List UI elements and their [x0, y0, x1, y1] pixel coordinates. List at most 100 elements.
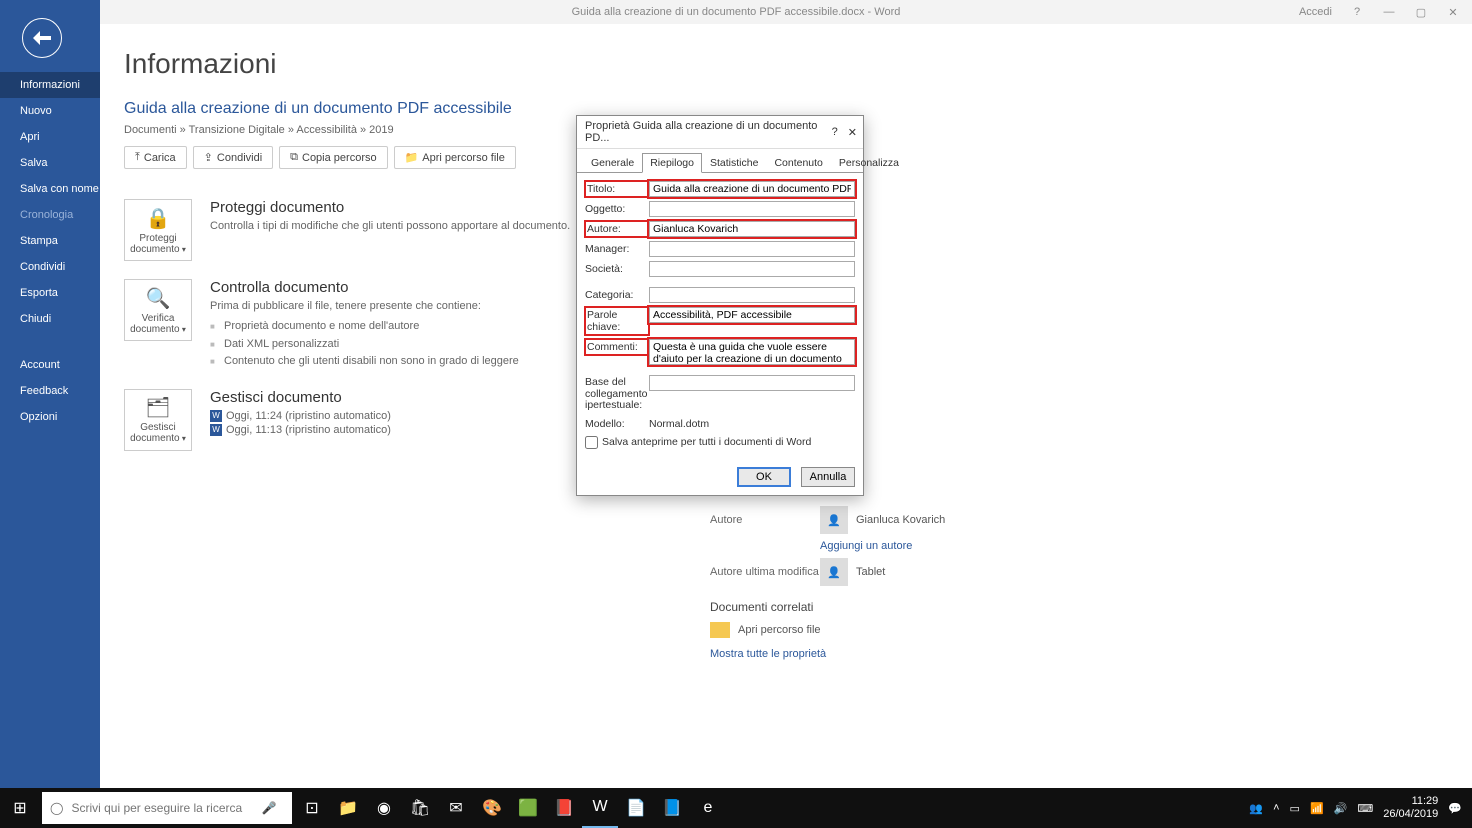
- close-icon[interactable]: ✕: [1446, 6, 1460, 19]
- share-button[interactable]: ⇪Condividi: [193, 146, 273, 169]
- nav-nuovo[interactable]: Nuovo: [0, 98, 100, 124]
- window-title: Guida alla creazione di un documento PDF…: [572, 6, 901, 18]
- open-path-button[interactable]: 📁Apri percorso file: [394, 146, 516, 169]
- ok-button[interactable]: OK: [737, 467, 791, 487]
- tray-chevron-icon[interactable]: ˄: [1273, 802, 1279, 814]
- mail-icon[interactable]: ✉: [438, 788, 474, 828]
- nav-esporta[interactable]: Esporta: [0, 280, 100, 306]
- help-icon[interactable]: ?: [1350, 6, 1364, 18]
- protect-document-button[interactable]: 🔒 Proteggi documento: [124, 199, 192, 261]
- tab-personalizza[interactable]: Personalizza: [831, 153, 907, 173]
- avatar: 👤: [820, 558, 848, 586]
- lastmod-name: Tablet: [856, 566, 885, 578]
- cancel-button[interactable]: Annulla: [801, 467, 855, 487]
- field-manager-input[interactable]: [649, 241, 855, 257]
- task-view-icon[interactable]: ⊡: [294, 788, 330, 828]
- explorer-icon[interactable]: 📁: [330, 788, 366, 828]
- tab-riepilogo[interactable]: Riepilogo: [642, 153, 702, 173]
- version-item[interactable]: WOggi, 11:24 (ripristino automatico): [210, 410, 391, 422]
- field-hyperlink-input[interactable]: [649, 375, 855, 391]
- manage-document-button[interactable]: 🗂 Gestisci documento: [124, 389, 192, 451]
- folder-icon: [710, 622, 730, 638]
- app-icon[interactable]: 📄: [618, 788, 654, 828]
- search-icon: ◯: [50, 801, 63, 815]
- mic-icon[interactable]: 🎤: [254, 801, 284, 815]
- taskbar-clock[interactable]: 11:29 26/04/2019: [1383, 795, 1438, 821]
- inspect-document-button[interactable]: 🔍 Verifica documento: [124, 279, 192, 341]
- minimize-icon[interactable]: —: [1382, 6, 1396, 18]
- search-input[interactable]: [71, 801, 246, 815]
- author-name: Gianluca Kovarich: [856, 514, 945, 526]
- lock-icon: 🔒: [146, 206, 171, 231]
- tab-contenuto[interactable]: Contenuto: [766, 153, 830, 173]
- copy-path-button[interactable]: ⧉Copia percorso: [279, 146, 387, 169]
- tab-statistiche[interactable]: Statistiche: [702, 153, 766, 173]
- field-keywords-label: Parole chiave:: [585, 307, 649, 335]
- save-preview-checkbox[interactable]: [585, 436, 598, 449]
- field-template-value: Normal.dotm: [649, 416, 855, 430]
- backstage-sidebar: Informazioni Nuovo Apri Salva Salva con …: [0, 0, 100, 788]
- signin-link[interactable]: Accedi: [1299, 6, 1332, 18]
- show-all-properties-link[interactable]: Mostra tutte le proprietà: [710, 648, 1050, 660]
- field-author-input[interactable]: [649, 221, 855, 237]
- tab-generale[interactable]: Generale: [583, 153, 642, 173]
- nav-salva[interactable]: Salva: [0, 150, 100, 176]
- tray-wifi-icon[interactable]: 📶: [1310, 802, 1324, 815]
- avatar: 👤: [820, 506, 848, 534]
- acrobat-icon[interactable]: 📕: [546, 788, 582, 828]
- field-subject-input[interactable]: [649, 201, 855, 217]
- nav-salva-con-nome[interactable]: Salva con nome: [0, 176, 100, 202]
- tray-notifications-icon[interactable]: 💬: [1448, 802, 1462, 815]
- author-label: Autore: [710, 514, 820, 526]
- app-icon[interactable]: 📘: [654, 788, 690, 828]
- lastmod-label: Autore ultima modifica: [710, 566, 820, 578]
- nav-opzioni[interactable]: Opzioni: [0, 404, 100, 430]
- field-title-label: Titolo:: [585, 181, 649, 197]
- field-title-input[interactable]: [649, 181, 855, 197]
- tray-people-icon[interactable]: 👥: [1249, 802, 1263, 815]
- nav-stampa[interactable]: Stampa: [0, 228, 100, 254]
- word-icon: W: [210, 410, 222, 422]
- nav-feedback[interactable]: Feedback: [0, 378, 100, 404]
- inspect-bullet: Proprietà documento e nome dell'autore: [210, 318, 519, 336]
- nav-cronologia: Cronologia: [0, 202, 100, 228]
- dialog-help-icon[interactable]: ?: [832, 126, 838, 138]
- upload-button[interactable]: ⤒Carica: [124, 146, 187, 169]
- link-icon: ⧉: [290, 151, 298, 164]
- add-author-link[interactable]: Aggiungi un autore: [820, 540, 912, 552]
- share-icon: ⇪: [204, 151, 213, 164]
- dialog-close-icon[interactable]: ✕: [848, 126, 857, 139]
- app-icon[interactable]: 🎨: [474, 788, 510, 828]
- field-category-input[interactable]: [649, 287, 855, 303]
- inspect-title: Controlla documento: [210, 279, 519, 296]
- tray-battery-icon[interactable]: ▭: [1290, 802, 1300, 815]
- field-manager-label: Manager:: [585, 241, 649, 255]
- nav-chiudi[interactable]: Chiudi: [0, 306, 100, 332]
- inspect-bullet: Contenuto che gli utenti disabili non so…: [210, 353, 519, 371]
- field-keywords-input[interactable]: [649, 307, 855, 323]
- tray-volume-icon[interactable]: 🔊: [1334, 802, 1348, 815]
- store-icon[interactable]: 🛍: [402, 788, 438, 828]
- manage-icon: 🗂: [145, 395, 170, 420]
- nav-apri[interactable]: Apri: [0, 124, 100, 150]
- field-template-label: Modello:: [585, 416, 649, 430]
- word-icon[interactable]: W: [582, 788, 618, 828]
- field-comments-input[interactable]: Questa è una guida che vuole essere d'ai…: [649, 339, 855, 365]
- app-icon[interactable]: 🟩: [510, 788, 546, 828]
- nav-condividi[interactable]: Condividi: [0, 254, 100, 280]
- field-category-label: Categoria:: [585, 287, 649, 301]
- tray-keyboard-icon[interactable]: ⌨: [1357, 802, 1373, 815]
- nav-informazioni[interactable]: Informazioni: [0, 72, 100, 98]
- chrome-icon[interactable]: ◉: [366, 788, 402, 828]
- maximize-icon[interactable]: ▢: [1414, 6, 1428, 19]
- start-button[interactable]: ⊞: [0, 798, 40, 818]
- cloud-upload-icon: ⤒: [135, 151, 140, 164]
- version-item[interactable]: WOggi, 11:13 (ripristino automatico): [210, 424, 391, 436]
- edge-icon[interactable]: e: [690, 788, 726, 828]
- protect-desc: Controlla i tipi di modifiche che gli ut…: [210, 220, 570, 232]
- back-button[interactable]: [22, 18, 62, 58]
- taskbar-search[interactable]: ◯ 🎤: [42, 792, 292, 824]
- nav-account[interactable]: Account: [0, 352, 100, 378]
- field-company-input[interactable]: [649, 261, 855, 277]
- open-file-location[interactable]: Apri percorso file: [710, 622, 1050, 638]
